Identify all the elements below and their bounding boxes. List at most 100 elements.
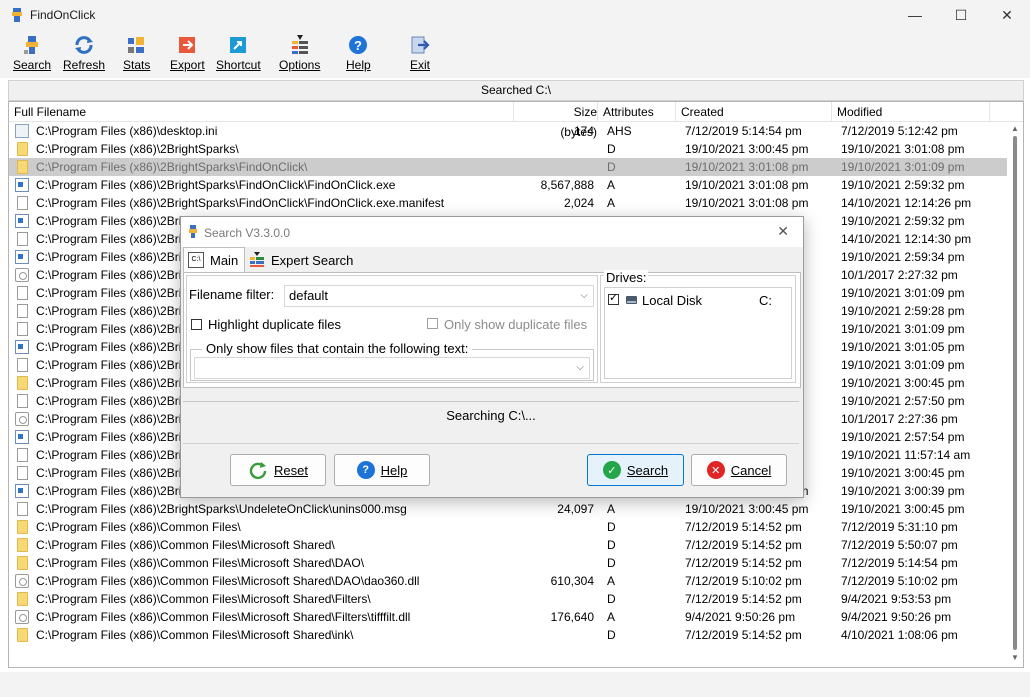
cell-modified: 14/10/2021 12:14:30 pm (841, 232, 972, 246)
highlight-duplicates-label[interactable]: Highlight duplicate files (208, 317, 341, 332)
drives-label: Drives: (604, 270, 649, 285)
maximize-button[interactable]: ☐ (938, 0, 984, 30)
minimize-button[interactable]: — (892, 0, 938, 30)
column-attributes[interactable]: Attributes (598, 102, 676, 121)
table-row[interactable]: C:\Program Files (x86)\2BrightSparks\Und… (9, 500, 1007, 518)
table-row[interactable]: C:\Program Files (x86)\Common Files\Micr… (9, 554, 1007, 572)
column-modified[interactable]: Modified (832, 102, 990, 121)
table-row[interactable]: C:\Program Files (x86)\Common Files\Micr… (9, 572, 1007, 590)
cell-attributes: D (607, 538, 616, 552)
refresh-button[interactable]: Refresh (63, 34, 105, 76)
shortcut-button[interactable]: Shortcut (216, 34, 261, 76)
cell-created: 9/4/2021 9:50:26 pm (685, 610, 796, 624)
scroll-down-icon[interactable]: ▼ (1007, 653, 1023, 665)
cell-modified: 9/4/2021 9:50:26 pm (841, 610, 952, 624)
cell-modified: 19/10/2021 3:01:09 pm (841, 358, 965, 372)
cell-attributes: A (607, 196, 616, 210)
svg-text:?: ? (354, 38, 362, 53)
window-title: FindOnClick (30, 8, 96, 22)
export-button[interactable]: Export (170, 34, 205, 76)
vertical-scrollbar[interactable]: ▲ ▼ (1007, 122, 1023, 667)
settings-file-icon (15, 268, 29, 282)
cell-modified: 19/10/2021 3:01:08 pm (841, 142, 965, 156)
filename-filter-dropdown[interactable]: default ⌵ (284, 285, 594, 307)
drive-c-checkbox[interactable] (608, 291, 619, 305)
tab-main[interactable]: C:\ Main (183, 247, 246, 272)
cell-created: 7/12/2019 5:14:54 pm (685, 124, 802, 138)
chevron-down-icon: ⌵ (580, 290, 588, 301)
drives-list[interactable]: Local Disk C: (604, 287, 792, 379)
dialog-search-button[interactable]: ✓ Search (587, 454, 684, 486)
help-button[interactable]: ? Help (346, 34, 371, 76)
cell-attributes: D (607, 160, 616, 174)
search-icon (24, 36, 39, 54)
file-icon (17, 304, 28, 318)
column-size[interactable]: Size (bytes) (514, 102, 598, 139)
stats-button[interactable]: Stats (123, 34, 150, 76)
help-icon: ? (349, 36, 368, 54)
tab-main-label: Main (210, 252, 239, 268)
cell-attributes: A (607, 178, 616, 192)
scroll-thumb[interactable] (1013, 136, 1017, 650)
contains-text-label: Only show files that contain the followi… (202, 341, 473, 356)
exit-icon (411, 36, 430, 54)
search-button[interactable]: Search (13, 34, 51, 76)
cell-filename: C:\Program Files (x86)\2BrightSparks\Fin… (36, 178, 396, 192)
maximize-icon: ☐ (954, 6, 968, 23)
table-row[interactable]: C:\Program Files (x86)\2BrightSparks\Fin… (9, 176, 1007, 194)
dialog-close-icon[interactable]: ✕ (777, 223, 789, 240)
table-row[interactable]: C:\Program Files (x86)\Common Files\Micr… (9, 626, 1007, 644)
folder-icon (17, 160, 28, 174)
cancel-button[interactable]: ✕ Cancel (691, 454, 787, 486)
cell-created: 7/12/2019 5:14:52 pm (685, 556, 802, 570)
dialog-status-area: Searching C:\... (183, 401, 799, 442)
cell-modified: 19/10/2021 2:59:34 pm (841, 250, 965, 264)
highlight-duplicates-checkbox[interactable] (191, 319, 202, 330)
cell-modified: 19/10/2021 2:57:54 pm (841, 430, 965, 444)
table-row[interactable]: C:\Program Files (x86)\2BrightSparks\Fin… (9, 158, 1007, 176)
refresh-icon (75, 36, 94, 54)
shortcut-icon (230, 37, 247, 53)
application-icon (15, 484, 29, 498)
cell-filename: C:\Program Files (x86)\2BrightSparks\Fin… (36, 160, 308, 174)
application-icon (15, 430, 29, 444)
options-button[interactable]: Options (279, 34, 320, 76)
cell-attributes: AHS (607, 124, 632, 138)
table-row[interactable]: C:\Program Files (x86)\Common Files\Micr… (9, 608, 1007, 626)
contains-text-input[interactable]: ⌵ (194, 357, 590, 379)
cell-modified: 19/10/2021 3:01:09 pm (841, 286, 965, 300)
table-row[interactable]: C:\Program Files (x86)\Common Files\Micr… (9, 536, 1007, 554)
file-icon (17, 232, 28, 246)
table-row[interactable]: C:\Program Files (x86)\desktop.ini 174 AHS… (9, 122, 1007, 140)
dialog-help-button[interactable]: ? Help (334, 454, 430, 486)
table-row[interactable]: C:\Program Files (x86)\Common Files\Micr… (9, 590, 1007, 608)
cell-size: 24,097 (557, 502, 594, 516)
cell-modified: 14/10/2021 12:14:26 pm (841, 196, 972, 210)
table-row[interactable]: C:\Program Files (x86)\2BrightSparks\Fin… (9, 194, 1007, 212)
file-icon (17, 322, 28, 336)
cell-filename: C:\Program Files (x86)\Common Files\Micr… (36, 628, 354, 642)
export-icon (179, 37, 196, 53)
close-icon: ✕ (1001, 6, 1013, 23)
column-created[interactable]: Created (676, 102, 832, 121)
cell-modified: 19/10/2021 3:00:45 pm (841, 466, 965, 480)
close-window-button[interactable]: ✕ (984, 0, 1030, 30)
cell-modified: 19/10/2021 3:01:09 pm (841, 160, 965, 174)
tab-expert-search-label: Expert Search (271, 252, 354, 268)
scroll-up-icon[interactable]: ▲ (1007, 124, 1023, 136)
exit-button[interactable]: Exit (409, 34, 431, 76)
cell-size: 8,567,888 (540, 178, 594, 192)
cell-size (514, 158, 594, 176)
reset-button[interactable]: Reset (230, 454, 326, 486)
only-duplicates-checkbox[interactable] (427, 318, 438, 329)
cell-attributes: A (607, 574, 616, 588)
dialog-app-icon (189, 225, 197, 238)
table-row[interactable]: C:\Program Files (x86)\2BrightSparks\ D 19… (9, 140, 1007, 158)
column-full-filename[interactable]: Full Filename (9, 102, 514, 121)
file-icon (17, 502, 28, 516)
cell-created: 7/12/2019 5:14:52 pm (685, 592, 802, 606)
table-row[interactable]: C:\Program Files (x86)\Common Files\ D 7/1… (9, 518, 1007, 536)
cell-modified: 10/1/2017 2:27:36 pm (841, 412, 958, 426)
tab-expert-search[interactable]: Expert Search (249, 249, 353, 271)
exit-label: Exit (409, 58, 430, 72)
